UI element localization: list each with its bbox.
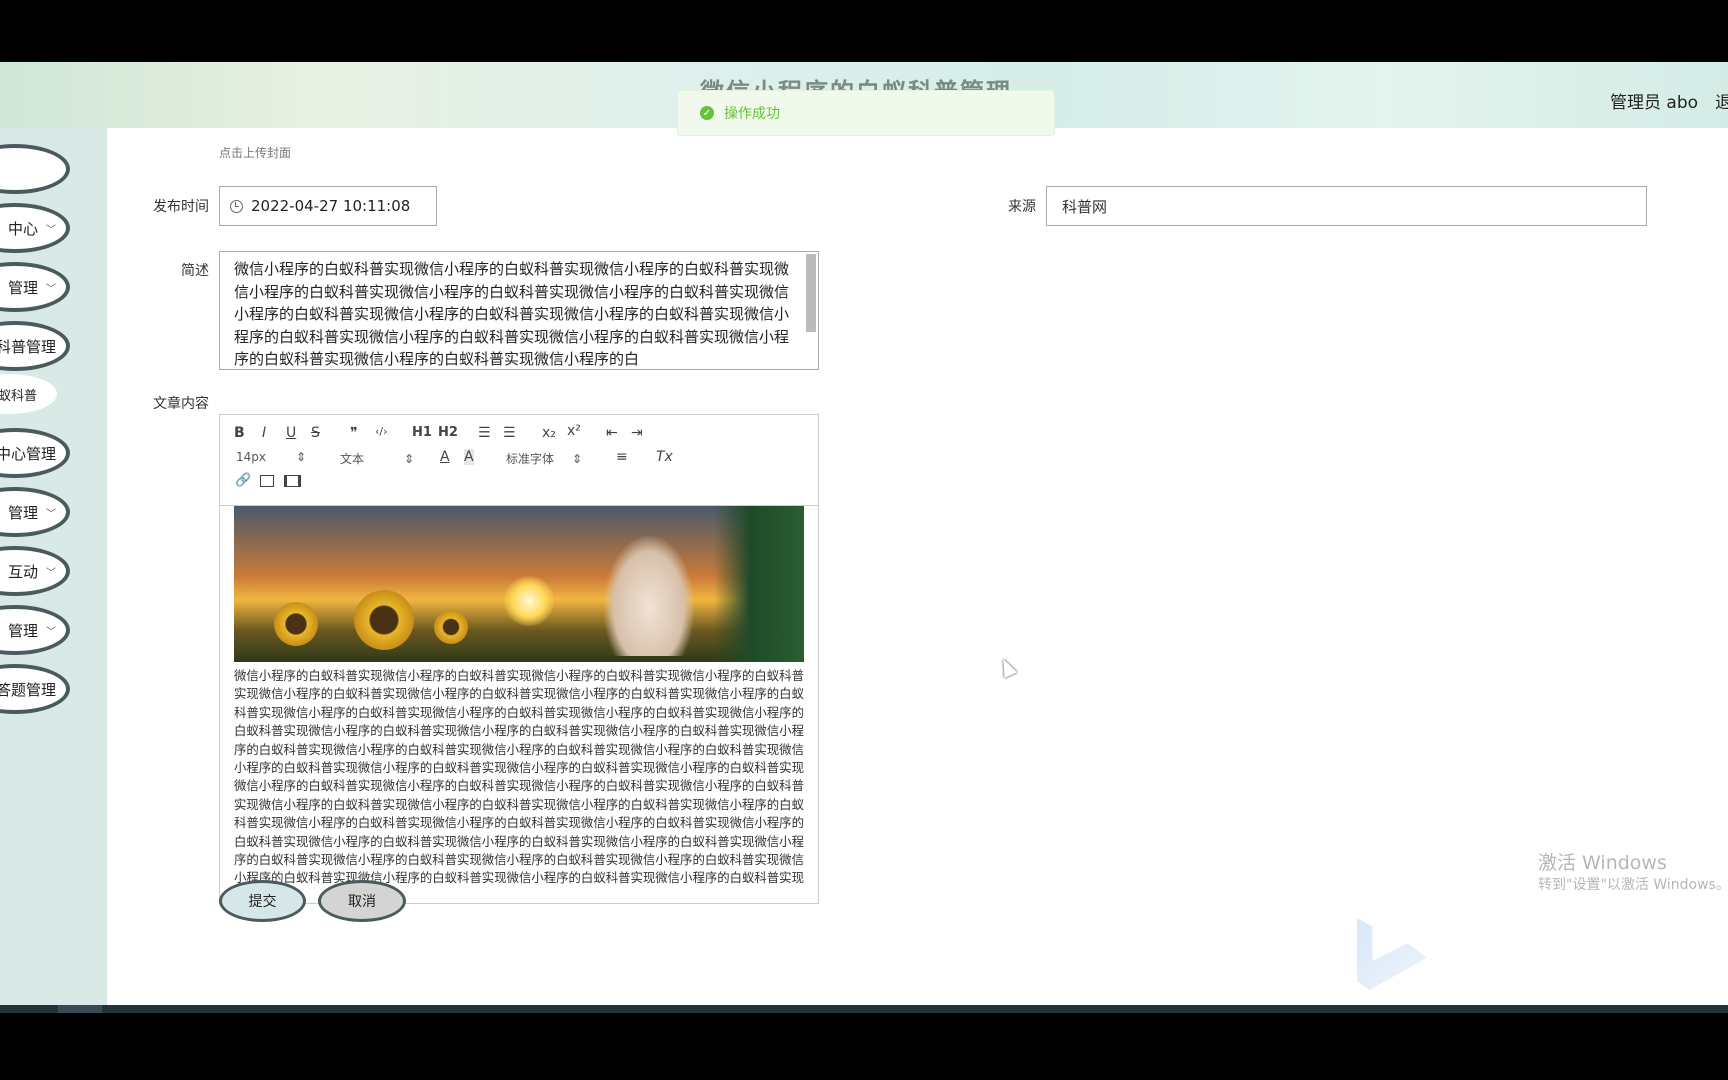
italic-button[interactable]: I [262, 425, 266, 441]
underline-button[interactable]: U [286, 425, 296, 441]
windows-activation-subtitle: 转到"设置"以激活 Windows。 [1538, 877, 1728, 893]
header1-button[interactable]: H1 [412, 425, 432, 440]
editor-toolbar: B I U S ❞ ‹/› H1 H2 ☰ ☰ x₂ x² ⇤ ⇥ 14px ⇕ … [220, 415, 818, 506]
link-icon[interactable]: 🔗 [235, 473, 251, 488]
select-arrows-icon: ⇕ [296, 450, 307, 464]
source-label: 来源 [1008, 199, 1036, 215]
publish-time-label: 发布时间 [153, 199, 209, 215]
admin-user-label: 管理员 abo [1610, 93, 1699, 113]
content-image [234, 506, 804, 662]
sidebar-item-label: 中心管理 [0, 444, 56, 463]
video-icon[interactable] [284, 475, 301, 487]
sidebar-item-manage-2[interactable]: 管理 ﹀ [0, 487, 70, 537]
sidebar-item-center[interactable]: 中心 ﹀ [0, 203, 70, 253]
submit-button[interactable]: 提交 [219, 880, 306, 922]
windows-activation-title: 激活 Windows [1538, 852, 1667, 874]
summary-textarea[interactable]: 微信小程序的白蚁科普实现微信小程序的白蚁科普实现微信小程序的白蚁科普实现微信小程… [219, 251, 819, 370]
source-input[interactable]: 科普网 [1046, 186, 1647, 226]
source-value: 科普网 [1062, 197, 1108, 216]
font-size-value: 14px [236, 450, 266, 464]
background-color-button[interactable]: A [464, 449, 474, 465]
taskbar [0, 1005, 1728, 1013]
sidebar-item-label: 科普管理 [0, 337, 56, 356]
sidebar: 中心 ﹀ 管理 ﹀ 科普管理 蚁科普 中心管理 管理 ﹀ 互动 ﹀ 管理 ﹀ 答题管理 [0, 128, 107, 1005]
image-sun [504, 576, 554, 626]
image-sunflower [274, 602, 318, 646]
content-label: 文章内容 [153, 396, 209, 412]
textarea-scrollbar[interactable] [806, 254, 816, 332]
strike-button[interactable]: S [311, 425, 320, 441]
chevron-down-icon: ﹀ [46, 567, 56, 579]
chevron-down-icon: ﹀ [46, 508, 56, 520]
taskbar-app-icon[interactable] [58, 1005, 102, 1013]
top-header: 微信小程序的白蚁科普管理 管理员 abo 退 ✓ 操作成功 [0, 62, 1728, 136]
header2-button[interactable]: H2 [438, 425, 458, 440]
app-window: 微信小程序的白蚁科普管理 管理员 abo 退 ✓ 操作成功 中心 ﹀ 管理 ﹀ 科普… [0, 62, 1728, 1005]
sidebar-item-label: 中心 [7, 219, 38, 238]
sidebar-item-home[interactable] [0, 144, 70, 194]
superscript-button[interactable]: x² [567, 423, 581, 439]
outdent-button[interactable]: ⇤ [606, 425, 618, 441]
blockquote-button[interactable]: ❞ [350, 425, 358, 441]
sidebar-item-center-manage[interactable]: 中心管理 [0, 428, 70, 478]
sidebar-item-manage-3[interactable]: 管理 ﹀ [0, 605, 70, 655]
main-content: 点击上传封面 发布时间 2022-04-27 10:11:08 来源 科普网 简… [107, 128, 1728, 1005]
success-check-icon: ✓ [700, 106, 714, 120]
font-size-select[interactable]: 14px ⇕ [236, 450, 306, 464]
publish-time-value: 2022-04-27 10:11:08 [251, 197, 411, 215]
bold-button[interactable]: B [234, 425, 245, 441]
sidebar-item-label: 管理 [7, 621, 38, 640]
sidebar-item-label: 管理 [7, 278, 38, 297]
select-arrows-icon: ⇕ [404, 452, 415, 466]
sidebar-subitem-termite-science[interactable]: 蚁科普 [0, 374, 57, 414]
sidebar-item-science-manage[interactable]: 科普管理 [0, 321, 70, 371]
clean-format-button[interactable]: Tx [656, 449, 673, 465]
ordered-list-button[interactable]: ☰ [478, 425, 491, 441]
image-leaves [714, 506, 804, 662]
image-icon[interactable] [260, 475, 274, 487]
font-color-button[interactable]: A [440, 449, 450, 465]
image-sunflower [434, 610, 468, 644]
sidebar-item-quiz-manage[interactable]: 答题管理 [0, 664, 70, 714]
publish-time-picker[interactable]: 2022-04-27 10:11:08 [219, 186, 437, 226]
summary-value: 微信小程序的白蚁科普实现微信小程序的白蚁科普实现微信小程序的白蚁科普实现微信小程… [234, 260, 790, 368]
bullet-list-button[interactable]: ☰ [503, 425, 516, 441]
chevron-down-icon: ﹀ [46, 224, 56, 236]
sidebar-item-label: 蚁科普 [0, 388, 37, 404]
logout-link[interactable]: 退 [1715, 88, 1728, 113]
upload-cover-hint[interactable]: 点击上传封面 [219, 144, 291, 161]
header-value: 文本 [340, 452, 365, 466]
sidebar-item-label: 管理 [7, 503, 38, 522]
sidebar-item-manage-1[interactable]: 管理 ﹀ [0, 262, 70, 312]
image-girl [604, 536, 694, 656]
clock-icon [230, 199, 243, 213]
toast-message: 操作成功 [724, 106, 780, 122]
code-block-button[interactable]: ‹/› [375, 425, 388, 438]
success-toast: ✓ 操作成功 [677, 90, 1055, 136]
summary-label: 简述 [181, 263, 209, 279]
rich-text-editor: B I U S ❞ ‹/› H1 H2 ☰ ☰ x₂ x² ⇤ ⇥ 14px ⇕ … [219, 414, 819, 904]
sidebar-item-interaction[interactable]: 互动 ﹀ [0, 546, 70, 596]
sidebar-item-label: 答题管理 [0, 680, 56, 699]
chevron-down-icon: ﹀ [46, 626, 56, 638]
sidebar-item-label: 互动 [7, 562, 38, 581]
editor-body[interactable]: 微信小程序的白蚁科普实现微信小程序的白蚁科普实现微信小程序的白蚁科普实现微信小程… [234, 505, 804, 888]
subscript-button[interactable]: x₂ [542, 425, 556, 441]
font-family-select[interactable]: 标准字体 ⇕ [506, 450, 582, 467]
cancel-button[interactable]: 取消 [318, 880, 406, 922]
font-family-value: 标准字体 [506, 452, 555, 466]
header-select[interactable]: 文本 ⇕ [340, 450, 414, 467]
content-body-text: 微信小程序的白蚁科普实现微信小程序的白蚁科普实现微信小程序的白蚁科普实现微信小程… [234, 668, 804, 886]
chevron-down-icon: ﹀ [46, 283, 56, 295]
select-arrows-icon: ⇕ [572, 452, 583, 466]
indent-button[interactable]: ⇥ [631, 425, 643, 441]
align-button[interactable]: ≡ [616, 449, 628, 465]
image-sunflower [354, 590, 414, 650]
